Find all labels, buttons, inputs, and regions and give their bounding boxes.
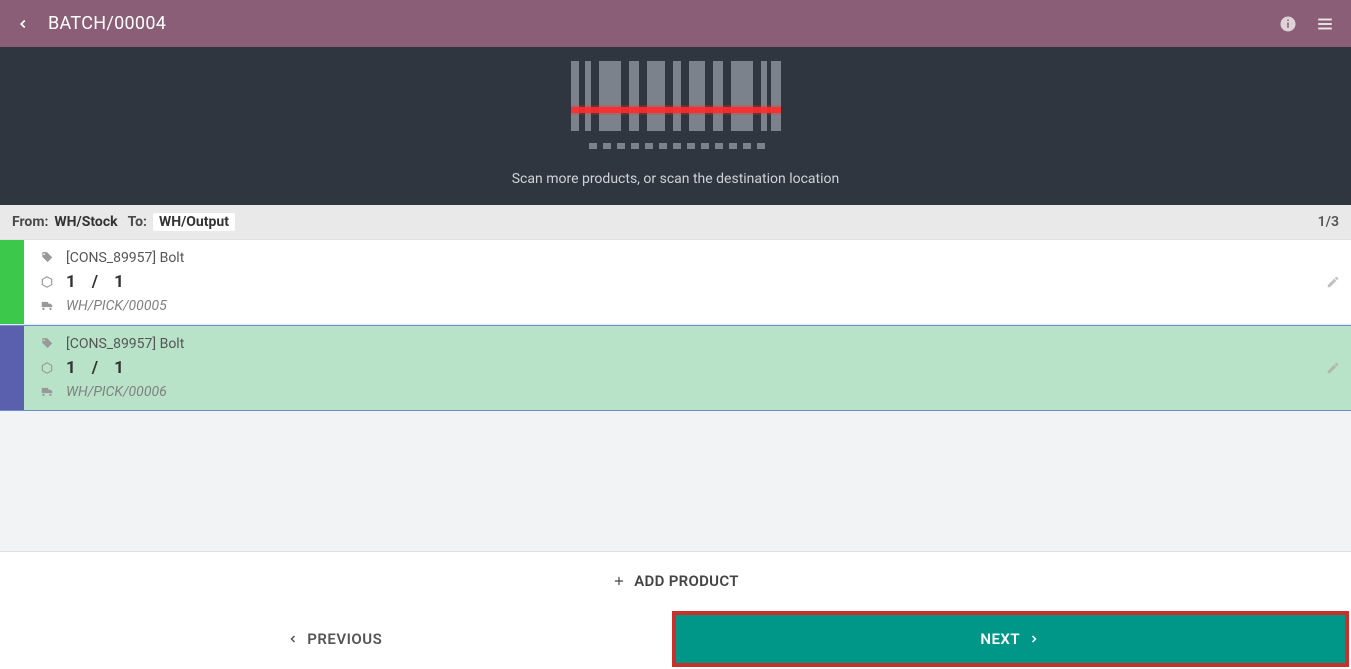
- edit-button[interactable]: [1315, 326, 1351, 410]
- pencil-icon: [1326, 275, 1340, 289]
- add-product-button[interactable]: ADD PRODUCT: [0, 551, 1351, 609]
- qty-separator: /: [92, 272, 98, 292]
- page-title: BATCH/00004: [48, 13, 166, 34]
- barcode-graphic: [571, 61, 781, 161]
- next-label: NEXT: [980, 630, 1020, 648]
- info-button[interactable]: [1279, 15, 1297, 33]
- menu-button[interactable]: [1315, 15, 1335, 33]
- scan-area: Scan more products, or scan the destinat…: [0, 47, 1351, 205]
- pencil-icon: [1326, 361, 1340, 375]
- truck-icon: [40, 299, 56, 313]
- chevron-left-icon: [287, 631, 299, 647]
- line-item[interactable]: [CONS_89957] Bolt 1 / 1 WH/PICK/00005: [0, 240, 1351, 325]
- tag-icon: [40, 337, 56, 351]
- info-icon: [1279, 15, 1297, 33]
- from-value: WH/Stock: [54, 214, 117, 230]
- truck-icon: [40, 385, 56, 399]
- topbar: BATCH/00004: [0, 0, 1351, 47]
- status-bar-blue: [0, 326, 24, 410]
- hamburger-icon: [1315, 15, 1335, 33]
- tag-icon: [40, 251, 56, 265]
- chevron-left-icon: [16, 15, 30, 33]
- previous-label: PREVIOUS: [307, 630, 382, 648]
- nav-row: PREVIOUS NEXT: [0, 609, 1351, 669]
- qty-separator: /: [92, 358, 98, 378]
- lines-container: [CONS_89957] Bolt 1 / 1 WH/PICK/00005: [0, 240, 1351, 411]
- qty-done: 1: [66, 272, 76, 292]
- add-product-label: ADD PRODUCT: [634, 572, 739, 590]
- reference: WH/PICK/00006: [66, 384, 167, 400]
- from-label: From:: [12, 214, 48, 230]
- scan-message: Scan more products, or scan the destinat…: [512, 171, 840, 187]
- qty-total: 1: [114, 358, 124, 378]
- chevron-right-icon: [1028, 631, 1040, 647]
- line-item[interactable]: [CONS_89957] Bolt 1 / 1 WH/PICK/00006: [0, 325, 1351, 411]
- pager: 1/3: [1318, 214, 1339, 230]
- plus-icon: [612, 574, 626, 588]
- previous-button[interactable]: PREVIOUS: [0, 609, 670, 669]
- to-label: To:: [128, 214, 147, 230]
- product-name: [CONS_89957] Bolt: [66, 336, 184, 352]
- status-bar-green: [0, 240, 24, 324]
- box-icon: [40, 275, 56, 289]
- edit-button[interactable]: [1315, 240, 1351, 324]
- product-name: [CONS_89957] Bolt: [66, 250, 184, 266]
- qty-total: 1: [114, 272, 124, 292]
- qty-done: 1: [66, 358, 76, 378]
- next-button[interactable]: NEXT: [672, 611, 1350, 667]
- location-bar: From: WH/Stock To: WH/Output 1/3: [0, 205, 1351, 240]
- to-value: WH/Output: [153, 213, 235, 231]
- reference: WH/PICK/00005: [66, 298, 167, 314]
- box-icon: [40, 361, 56, 375]
- back-button[interactable]: [16, 15, 30, 33]
